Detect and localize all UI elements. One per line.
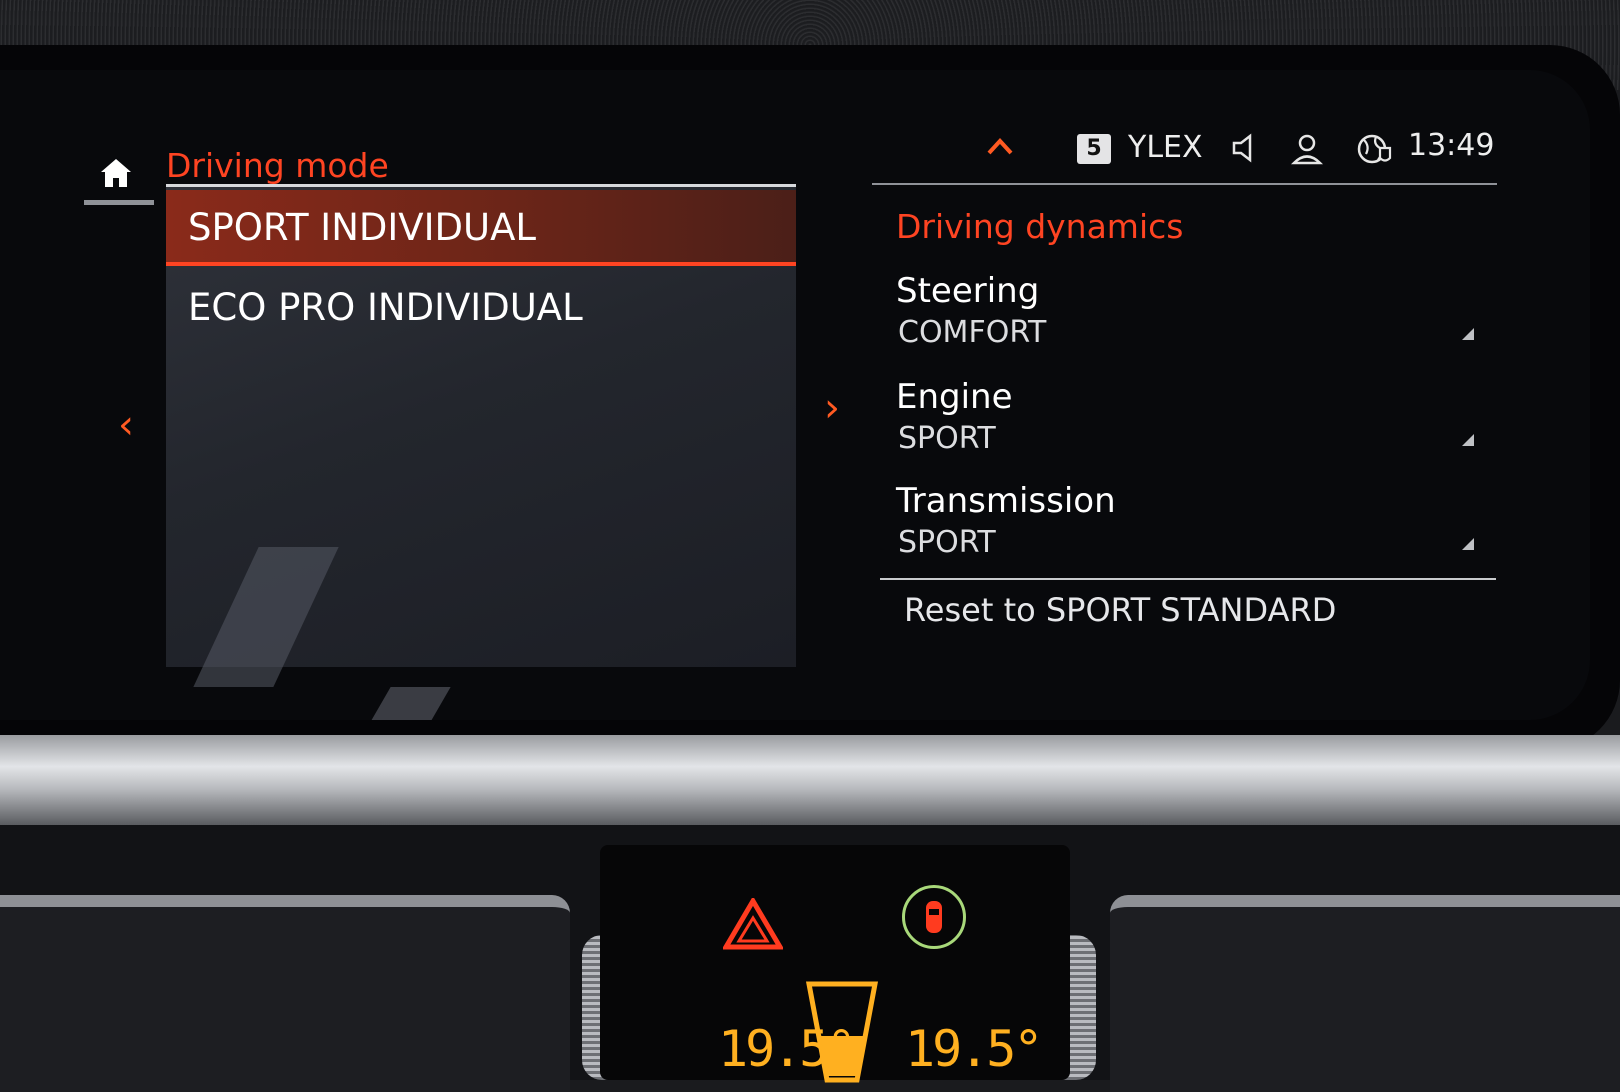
seatbelt-indicator <box>902 885 966 949</box>
temperature-left: 19.5° <box>718 1020 857 1078</box>
section-title: Driving dynamics <box>896 207 1184 246</box>
status-bar-divider <box>872 183 1497 185</box>
radio-station-name[interactable]: YLEX <box>1128 128 1203 168</box>
dropdown-corner-icon <box>1462 328 1474 340</box>
page-title: Driving mode <box>166 146 389 185</box>
reset-button[interactable]: Reset to SPORT STANDARD <box>904 582 1464 638</box>
dropdown-corner-icon <box>1462 538 1474 550</box>
home-underline <box>84 200 154 205</box>
profile-icon[interactable] <box>1290 132 1324 166</box>
chrome-trim <box>0 735 1620 825</box>
center-console: 19.5° 19.5° <box>0 825 1620 1092</box>
mode-item-sport-individual[interactable]: SPORT INDIVIDUAL <box>166 190 796 266</box>
chevron-left-icon[interactable]: ‹ <box>118 405 134 445</box>
chevron-right-icon[interactable]: › <box>824 388 840 428</box>
setting-value: SPORT <box>898 525 996 560</box>
setting-value: SPORT <box>898 421 996 456</box>
screen-reflection <box>321 687 451 720</box>
air-vent-left <box>0 895 570 1092</box>
setting-engine[interactable]: Engine SPORT <box>896 376 1476 476</box>
screen-reflection <box>193 547 339 687</box>
home-icon[interactable] <box>98 155 134 191</box>
setting-label: Steering <box>896 271 1040 311</box>
dropdown-corner-icon <box>1462 434 1474 446</box>
mode-item-eco-pro-individual[interactable]: ECO PRO INDIVIDUAL <box>166 270 796 346</box>
temperature-right: 19.5° <box>905 1020 1044 1078</box>
setting-label: Transmission <box>896 481 1116 521</box>
setting-steering[interactable]: Steering COMFORT <box>896 270 1476 370</box>
infotainment-screen: Driving mode ‹ SPORT INDIVIDUAL ECO PRO … <box>0 70 1590 720</box>
setting-label: Engine <box>896 377 1013 417</box>
chevron-up-icon[interactable] <box>985 135 1015 157</box>
radio-preset-badge: 5 <box>1077 134 1111 164</box>
seatbelt-warning-icon <box>926 901 942 933</box>
hazard-warning-icon <box>723 898 783 950</box>
speaker-icon[interactable] <box>1230 132 1260 164</box>
hazard-button[interactable] <box>718 895 788 953</box>
air-vent-right <box>1110 895 1620 1092</box>
driving-mode-list: SPORT INDIVIDUAL ECO PRO INDIVIDUAL <box>166 184 796 720</box>
globe-icon[interactable] <box>1356 132 1392 166</box>
setting-transmission[interactable]: Transmission SPORT <box>896 480 1476 580</box>
setting-value: COMFORT <box>898 315 1047 350</box>
settings-divider <box>880 578 1496 580</box>
climate-display: 19.5° 19.5° <box>600 845 1070 1083</box>
clock: 13:49 <box>1408 128 1495 163</box>
